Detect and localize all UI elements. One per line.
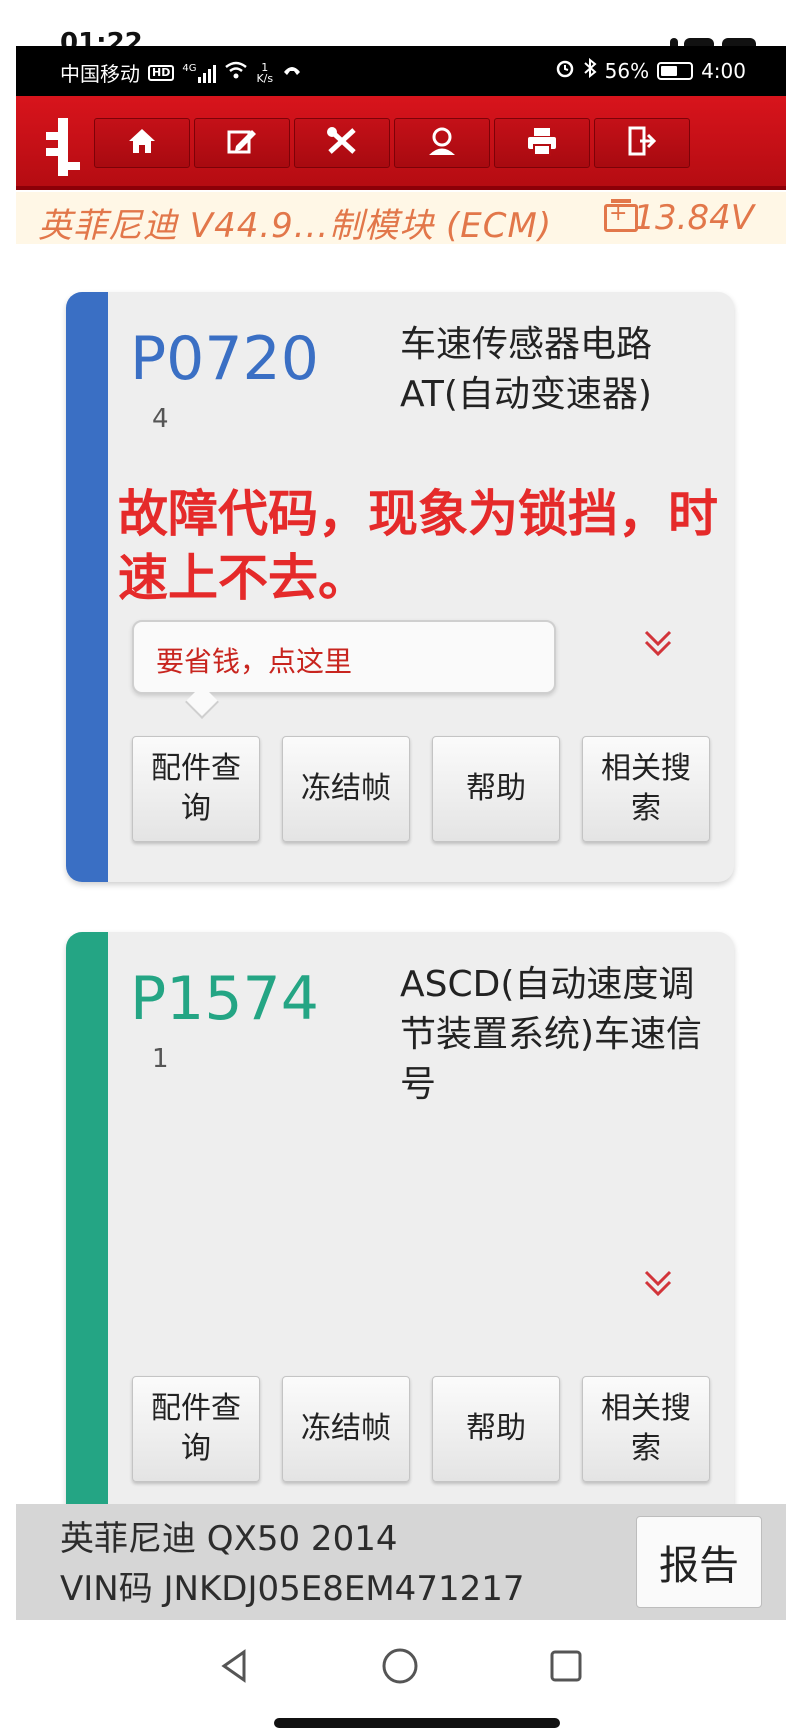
- recents-icon[interactable]: [546, 1646, 586, 1686]
- call-icon: [281, 60, 303, 85]
- dtc-severity-stripe: [66, 292, 108, 882]
- parts-query-button[interactable]: 配件查询: [132, 736, 260, 842]
- system-nav-bar: [16, 1620, 786, 1731]
- carrier-label: 中国移动: [60, 62, 140, 86]
- freeze-frame-button[interactable]: 冻结帧: [282, 736, 410, 842]
- alarm-icon: [555, 58, 575, 83]
- battery-voltage: 13.84V: [633, 198, 754, 238]
- dtc-card: P0720 4 车速传感器电路 AT(自动变速器) 故障代码，现象为锁挡，时速上…: [66, 292, 734, 882]
- outer-time: 01:22: [60, 28, 143, 46]
- module-title: 英菲尼迪 V44.9...制模块 (ECM): [38, 206, 553, 246]
- home-icon: [126, 126, 158, 160]
- battery-percent: 56%: [604, 58, 650, 83]
- wifi-icon: [224, 60, 248, 85]
- help-button[interactable]: 帮助: [432, 1376, 560, 1482]
- tip-text: 要省钱，点这里: [156, 645, 353, 678]
- dtc-code: P1574: [130, 964, 319, 1034]
- home-nav-icon[interactable]: [380, 1646, 420, 1686]
- dtc-count: 4: [152, 404, 169, 434]
- parts-query-button[interactable]: 配件查询: [132, 1376, 260, 1482]
- exit-button[interactable]: [594, 118, 690, 168]
- vehicle-info-bar: 英菲尼迪 QX50 2014 VIN码 JNKDJ05E8EM471217 报告: [16, 1504, 786, 1620]
- help-button[interactable]: 帮助: [432, 736, 560, 842]
- net-speed: 1 K/s: [256, 60, 274, 85]
- tools-icon: [326, 126, 358, 160]
- dtc-severity-stripe: [66, 932, 108, 1552]
- dtc-count: 1: [152, 1044, 169, 1074]
- battery-icon: [657, 61, 694, 80]
- tools-button[interactable]: [294, 118, 390, 168]
- back-icon[interactable]: [214, 1646, 254, 1686]
- dtc-action-row: 配件查询 冻结帧 帮助 相关搜索: [132, 736, 710, 842]
- dtc-code: P0720: [130, 324, 319, 394]
- annotation-text: 故障代码，现象为锁挡，时速上不去。: [118, 485, 718, 607]
- exit-icon: [626, 126, 658, 160]
- status-time: 4:00: [701, 58, 746, 83]
- expand-chevron-icon[interactable]: [640, 1266, 676, 1302]
- outer-status-strip: 01:22: [0, 0, 800, 46]
- related-search-button[interactable]: 相关搜索: [582, 1376, 710, 1482]
- report-button[interactable]: 报告: [636, 1516, 762, 1608]
- module-info-bar: 英菲尼迪 V44.9...制模块 (ECM) 13.84V: [16, 192, 786, 246]
- signal-icon: 4G: [182, 63, 217, 83]
- vehicle-model: 英菲尼迪 QX50 2014: [60, 1519, 398, 1559]
- status-bar: 中国移动 HD 4G 1 K/s 56% 4:00: [16, 46, 786, 96]
- edit-button[interactable]: [194, 118, 290, 168]
- app-toolbar: [16, 96, 786, 190]
- home-button[interactable]: [94, 118, 190, 168]
- home-indicator[interactable]: [274, 1718, 560, 1728]
- support-button[interactable]: [394, 118, 490, 168]
- hd-badge: HD: [148, 64, 175, 81]
- expand-chevron-icon[interactable]: [640, 626, 676, 662]
- print-button[interactable]: [494, 118, 590, 168]
- dtc-action-row: 配件查询 冻结帧 帮助 相关搜索: [132, 1376, 710, 1482]
- print-icon: [526, 126, 558, 160]
- bluetooth-icon: [583, 57, 597, 83]
- dtc-description: 车速传感器电路 AT(自动变速器): [400, 324, 653, 415]
- dtc-description: ASCD(自动速度调节装置系统)车速信号: [400, 964, 703, 1105]
- vehicle-vin: VIN码 JNKDJ05E8EM471217: [60, 1569, 525, 1609]
- edit-icon: [226, 126, 258, 160]
- support-icon: [426, 126, 458, 160]
- freeze-frame-button[interactable]: 冻结帧: [282, 1376, 410, 1482]
- save-money-tip[interactable]: 要省钱，点这里: [132, 620, 556, 694]
- related-search-button[interactable]: 相关搜索: [582, 736, 710, 842]
- app-logo-icon: [46, 118, 82, 176]
- dtc-card: P1574 1 ASCD(自动速度调节装置系统)车速信号 配件查询 冻结帧 帮助…: [66, 932, 734, 1552]
- outer-status-icons: [670, 30, 760, 46]
